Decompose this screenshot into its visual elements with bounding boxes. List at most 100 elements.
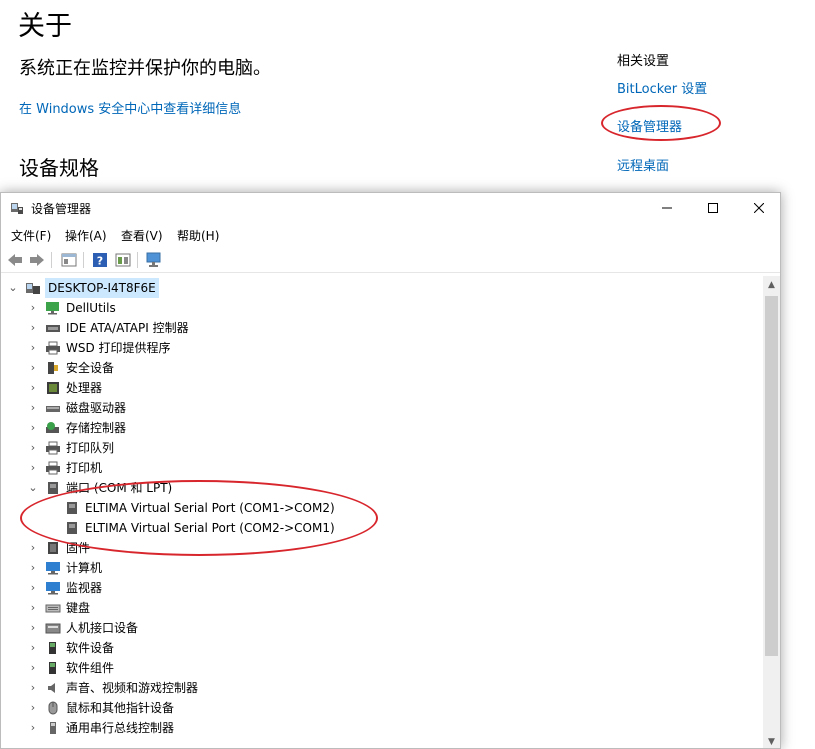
scroll-up-icon[interactable]: ▲ [763,276,780,293]
menu-action[interactable]: 操作(A) [65,227,107,244]
tree-label: 磁盘驱动器 [66,401,127,415]
security-center-link[interactable]: 在 Windows 安全中心中查看详细信息 [19,98,241,117]
toolbar-separator [83,252,84,268]
protection-status-text: 系统正在监控并保护你的电脑。 [19,58,271,79]
tree-category[interactable]: › 处理器 [1,378,761,398]
close-button[interactable] [736,193,780,223]
chevron-down-icon[interactable]: ⌄ [7,278,19,298]
scan-hardware-button[interactable] [144,250,164,270]
monitor-green-icon [46,302,59,315]
tree-category[interactable]: › 安全设备 [1,358,761,378]
chevron-right-icon[interactable]: › [27,418,39,438]
tree-label: 存储控制器 [66,421,127,435]
security-device-icon [48,362,58,374]
chevron-right-icon[interactable]: › [27,658,39,678]
vertical-scrollbar[interactable]: ▲ ▼ [763,276,780,748]
help-button[interactable]: ? [90,250,110,270]
chevron-right-icon[interactable]: › [27,698,39,718]
tree-category[interactable]: › 鼠标和其他指针设备 [1,698,761,718]
monitor-icon [46,582,60,595]
device-manager-app-icon [11,203,23,214]
chevron-right-icon[interactable]: › [27,378,39,398]
tree-category[interactable]: › 固件 [1,538,761,558]
tree-category[interactable]: › 通用串行总线控制器 [1,718,761,738]
ide-controller-icon [46,325,60,332]
tree-label: 键盘 [66,601,91,615]
forward-button[interactable] [27,250,47,270]
tree-label: ELTIMA Virtual Serial Port (COM2->COM1) [85,521,335,535]
toolbar-separator [137,252,138,268]
minimize-button[interactable] [644,193,690,223]
properties-button[interactable] [59,250,79,270]
tree-category[interactable]: › 监视器 [1,578,761,598]
back-icon [8,254,22,266]
chevron-right-icon[interactable]: › [27,598,39,618]
tree-category[interactable]: › IDE ATA/ATAPI 控制器 [1,318,761,338]
chevron-right-icon[interactable]: › [27,558,39,578]
chevron-right-icon[interactable]: › [27,578,39,598]
tree-device[interactable]: ELTIMA Virtual Serial Port (COM1->COM2) [1,498,761,518]
chevron-down-icon[interactable]: ⌄ [27,478,39,498]
speaker-icon [48,683,55,693]
maximize-button[interactable] [690,193,736,223]
chevron-right-icon[interactable]: › [27,458,39,478]
chevron-right-icon[interactable]: › [27,318,39,338]
menu-view[interactable]: 查看(V) [121,227,163,244]
remote-desktop-link[interactable]: 远程桌面 [617,155,669,174]
tree-category[interactable]: › 软件组件 [1,658,761,678]
help-icon: ? [93,253,107,268]
tree-label: 通用串行总线控制器 [66,721,175,735]
tree-label: 打印队列 [66,441,115,455]
tree-label: 软件设备 [66,641,115,655]
software-device-icon [49,642,56,654]
tree-category[interactable]: › 磁盘驱动器 [1,398,761,418]
title-bar[interactable]: 设备管理器 [1,193,780,223]
chevron-right-icon[interactable]: › [27,638,39,658]
tree-category[interactable]: › 声音、视频和游戏控制器 [1,678,761,698]
chevron-right-icon[interactable]: › [27,538,39,558]
chevron-right-icon[interactable]: › [27,298,39,318]
tree-label: 计算机 [66,561,103,575]
menu-file[interactable]: 文件(F) [11,227,51,244]
tree-category[interactable]: › DellUtils [1,298,761,318]
computer-icon [46,562,60,575]
scrollbar-thumb[interactable] [765,296,778,656]
tree-root[interactable]: ⌄ DESKTOP-I4T8F6E [1,278,761,298]
chevron-right-icon[interactable]: › [27,438,39,458]
toolbar: ? [1,247,780,273]
chevron-right-icon[interactable]: › [27,718,39,738]
update-driver-button[interactable] [113,250,133,270]
chevron-right-icon[interactable]: › [27,398,39,418]
minimize-icon [662,207,672,209]
menu-help[interactable]: 帮助(H) [177,227,219,244]
bitlocker-settings-link[interactable]: BitLocker 设置 [617,78,707,97]
tree-category[interactable]: › 计算机 [1,558,761,578]
menu-bar: 文件(F) 操作(A) 查看(V) 帮助(H) [1,224,780,246]
printer-icon [46,461,60,475]
tree-category-ports[interactable]: ⌄ 端口 (COM 和 LPT) [1,478,761,498]
chevron-right-icon[interactable]: › [27,678,39,698]
tree-label: 处理器 [66,381,103,395]
tree-category[interactable]: › 打印队列 [1,438,761,458]
tree-category[interactable]: › 人机接口设备 [1,618,761,638]
tree-label: 打印机 [66,461,103,475]
chevron-right-icon[interactable]: › [27,618,39,638]
tree-category[interactable]: › 软件设备 [1,638,761,658]
chevron-right-icon[interactable]: › [27,338,39,358]
tree-label: WSD 打印提供程序 [66,341,171,355]
scroll-down-icon[interactable]: ▼ [763,733,780,748]
properties-icon [61,253,77,267]
tree-category[interactable]: › 存储控制器 [1,418,761,438]
tree-category[interactable]: › WSD 打印提供程序 [1,338,761,358]
hid-icon [45,623,61,634]
print-queue-icon [46,441,60,455]
tree-category[interactable]: › 打印机 [1,458,761,478]
device-tree[interactable]: ⌄ DESKTOP-I4T8F6E › DellUtils › IDE ATA/… [1,276,763,748]
tree-label: 安全设备 [66,361,115,375]
usb-icon [50,722,56,734]
tree-device[interactable]: ELTIMA Virtual Serial Port (COM2->COM1) [1,518,761,538]
serial-port-icon [67,502,77,514]
tree-category[interactable]: › 键盘 [1,598,761,618]
back-button[interactable] [5,250,25,270]
chevron-right-icon[interactable]: › [27,358,39,378]
